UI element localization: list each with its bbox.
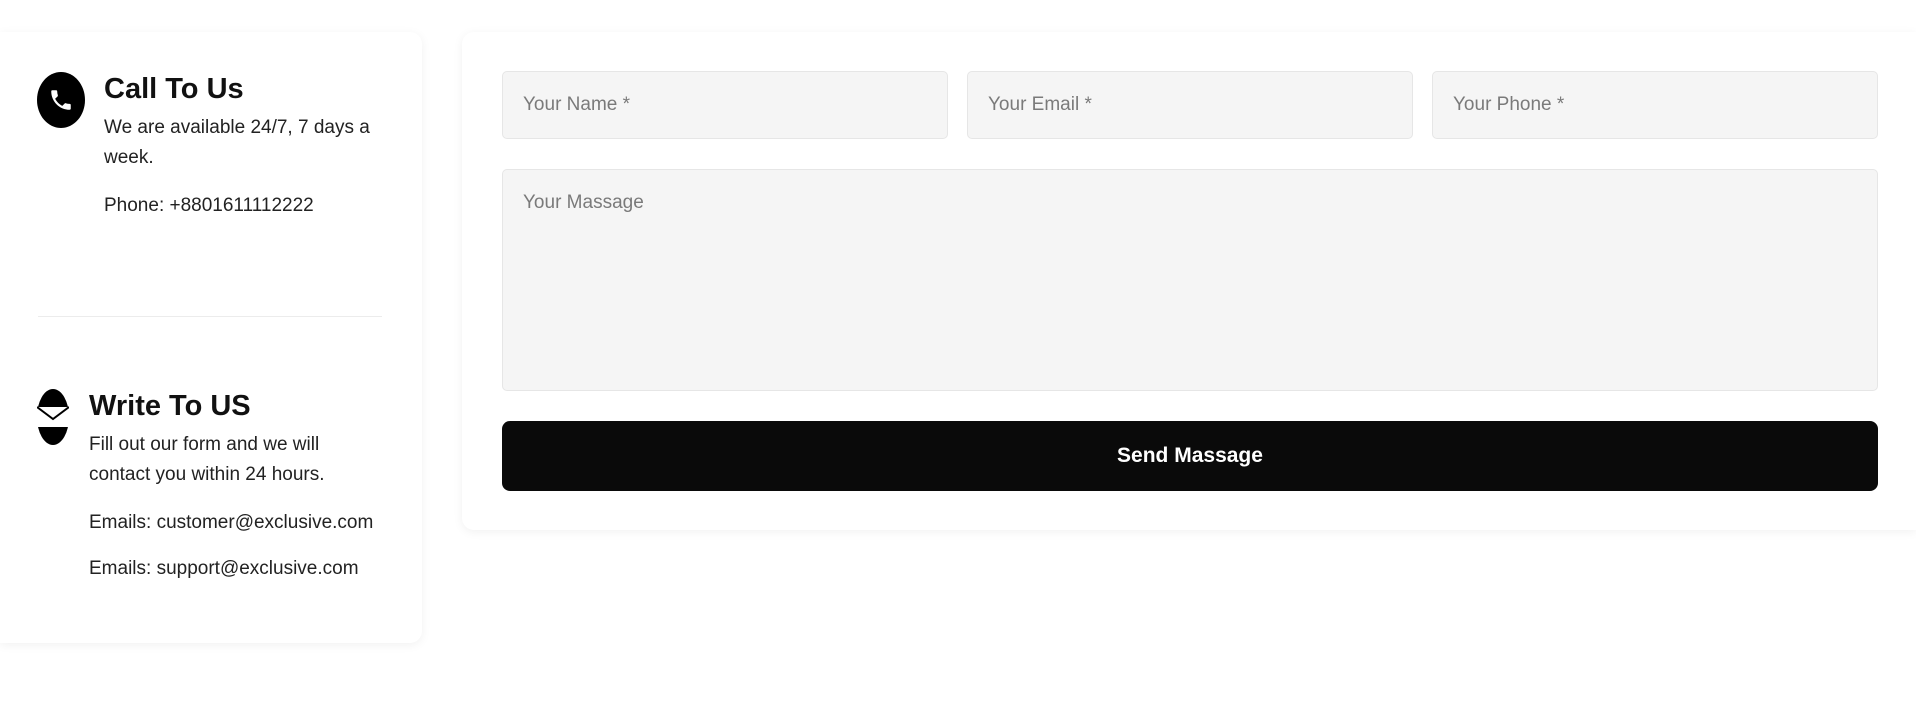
call-to-us-text: Call To Us We are available 24/7, 7 days… xyxy=(104,72,404,219)
contact-info-card: Call To Us We are available 24/7, 7 days… xyxy=(0,32,422,643)
write-to-us-description: Fill out our form and we will contact yo… xyxy=(89,433,325,485)
name-input[interactable] xyxy=(502,71,948,139)
support-email: Emails: support@exclusive.com xyxy=(89,557,359,579)
section-divider xyxy=(38,316,382,317)
contact-form: Send Massage xyxy=(462,32,1916,530)
phone-icon xyxy=(37,72,85,128)
message-textarea[interactable] xyxy=(502,169,1878,391)
mail-icon xyxy=(37,389,69,445)
write-to-us-title: Write To US xyxy=(89,390,251,422)
call-to-us-title: Call To Us xyxy=(104,73,244,105)
contact-page: Call To Us We are available 24/7, 7 days… xyxy=(0,0,1916,708)
send-message-button[interactable]: Send Massage xyxy=(502,421,1878,491)
call-to-us-description: We are available 24/7, 7 days a week. xyxy=(104,116,370,168)
customer-email: Emails: customer@exclusive.com xyxy=(89,511,374,533)
phone-number: Phone: +8801611112222 xyxy=(104,194,314,216)
email-input[interactable] xyxy=(967,71,1413,139)
phone-input[interactable] xyxy=(1432,71,1878,139)
write-to-us-text: Write To US Fill out our form and we wil… xyxy=(89,389,409,582)
